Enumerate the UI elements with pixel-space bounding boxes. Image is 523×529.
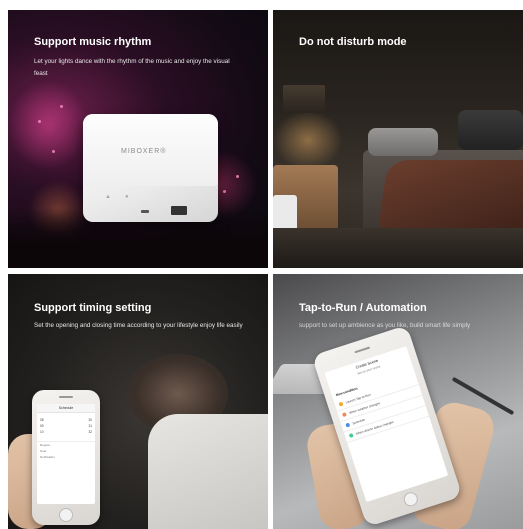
stage-light: [8, 80, 88, 170]
panel-subtitle: Set the opening and closing time accordi…: [34, 322, 243, 329]
notification-label: Notification: [40, 455, 55, 459]
panel-title: Tap-to-Run / Automation: [299, 302, 427, 314]
schedule-icon: [345, 422, 351, 428]
lamp-glow: [273, 110, 343, 170]
home-button: [401, 490, 420, 509]
panel-title: Support music rhythm: [34, 36, 152, 48]
tap-icon: [338, 401, 344, 407]
gateway-device: MIBOXER® ▲ ●: [83, 114, 218, 222]
phone-speaker: [354, 346, 371, 354]
panel-subtitle: Let your lights dance with the rhythm of…: [34, 58, 230, 77]
power-icon: ●: [125, 194, 129, 200]
panel-title: Support timing setting: [34, 302, 152, 314]
repeat-label: Repeat: [37, 441, 95, 448]
light-spark: [52, 150, 55, 153]
phone-speaker: [59, 396, 73, 398]
light-spark: [60, 105, 63, 108]
time-row: 10 32: [40, 430, 92, 434]
lamp-shade: [283, 85, 325, 113]
light-spark: [223, 190, 226, 193]
light-spark: [38, 120, 41, 123]
blanket: [378, 160, 523, 230]
device-logo: MIBOXER®: [121, 148, 167, 155]
signal-icon: ▲: [105, 194, 111, 200]
pillow: [458, 110, 523, 150]
device-icon: [348, 433, 354, 439]
app-header: Schedule: [37, 404, 95, 413]
phone-screen: Schedule 08 30 09 31 10 32 Repeat Note Noti…: [37, 404, 95, 504]
panel-do-not-disturb: Do not disturb mode: [273, 10, 523, 268]
floor: [273, 228, 523, 268]
usb-port: [141, 210, 149, 213]
bed-sheet: [148, 414, 268, 529]
panel-music-rhythm: Support music rhythm Let your lights dan…: [8, 10, 268, 268]
panel-title: Do not disturb mode: [299, 36, 407, 48]
panel-automation: Tap-to-Run / Automation support to set u…: [273, 274, 523, 529]
panel-timing-setting: Support timing setting Set the opening a…: [8, 274, 268, 529]
home-button: [59, 508, 73, 522]
ethernet-port: [171, 206, 187, 215]
light-spark: [236, 175, 239, 178]
weather-icon: [341, 412, 347, 418]
pillow: [368, 128, 438, 156]
smartphone: Schedule 08 30 09 31 10 32 Repeat Note Noti…: [32, 390, 100, 525]
